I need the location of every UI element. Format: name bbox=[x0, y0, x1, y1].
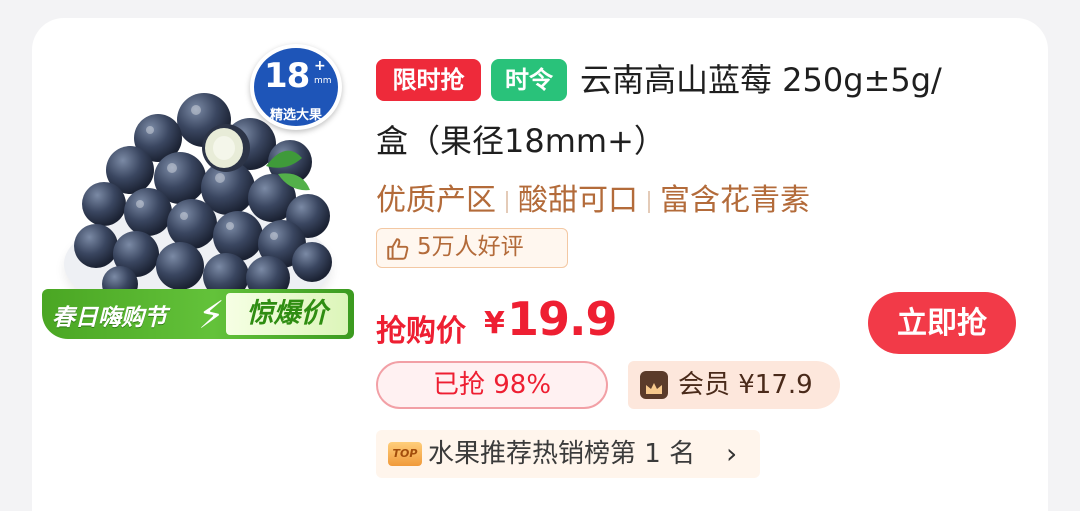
chevron-right-icon: › bbox=[726, 437, 738, 470]
reviews-badge: 5万人好评 bbox=[376, 228, 568, 268]
price-currency: ¥ bbox=[484, 306, 505, 341]
product-title-line1[interactable]: 云南高山蓝莓 250g±5g/ bbox=[580, 55, 942, 101]
promo-banner: 春日嗨购节 ⚡ 惊爆价 bbox=[42, 289, 354, 339]
promo-event-label: 春日嗨购节 bbox=[52, 305, 167, 331]
top-icon: TOP bbox=[388, 442, 422, 466]
ranking-link[interactable]: TOP 水果推荐热销榜第 1 名 › bbox=[376, 430, 760, 478]
thumbs-up-icon bbox=[387, 238, 409, 260]
price-label: 抢购价 bbox=[376, 314, 466, 349]
feature-item: 酸甜可口 bbox=[518, 183, 638, 218]
crown-icon bbox=[640, 371, 668, 399]
limited-time-tag: 限时抢 bbox=[376, 59, 481, 101]
member-price-badge[interactable]: 会员 ¥17.9 bbox=[628, 361, 840, 409]
lightning-icon: ⚡ bbox=[198, 293, 225, 337]
badge-sub: 精选大果 bbox=[269, 108, 322, 123]
size-badge: 18 + mm 精选大果 bbox=[250, 44, 342, 130]
feature-item: 富含花青素 bbox=[660, 183, 810, 218]
badge-size: 18 bbox=[264, 56, 310, 96]
member-price-text: 会员 ¥17.9 bbox=[678, 370, 813, 400]
sold-progress-badge: 已抢 98% bbox=[376, 361, 608, 409]
badge-unit: mm bbox=[314, 76, 332, 86]
seasonal-tag: 时令 bbox=[491, 59, 567, 101]
buy-now-button[interactable]: 立即抢 bbox=[868, 292, 1016, 354]
feature-list: 优质产区 酸甜可口 富含花青素 bbox=[376, 175, 810, 218]
product-title-line2[interactable]: 盒（果径18mm+） bbox=[376, 116, 666, 162]
divider bbox=[506, 190, 508, 213]
reviews-text: 5万人好评 bbox=[417, 234, 524, 260]
badge-plus: + bbox=[314, 58, 326, 74]
price-value: 19.9 bbox=[507, 292, 617, 346]
ranking-text: 水果推荐热销榜第 1 名 bbox=[428, 439, 696, 469]
promo-price-label: 惊爆价 bbox=[226, 293, 348, 335]
divider bbox=[648, 190, 650, 213]
feature-item: 优质产区 bbox=[376, 183, 496, 218]
